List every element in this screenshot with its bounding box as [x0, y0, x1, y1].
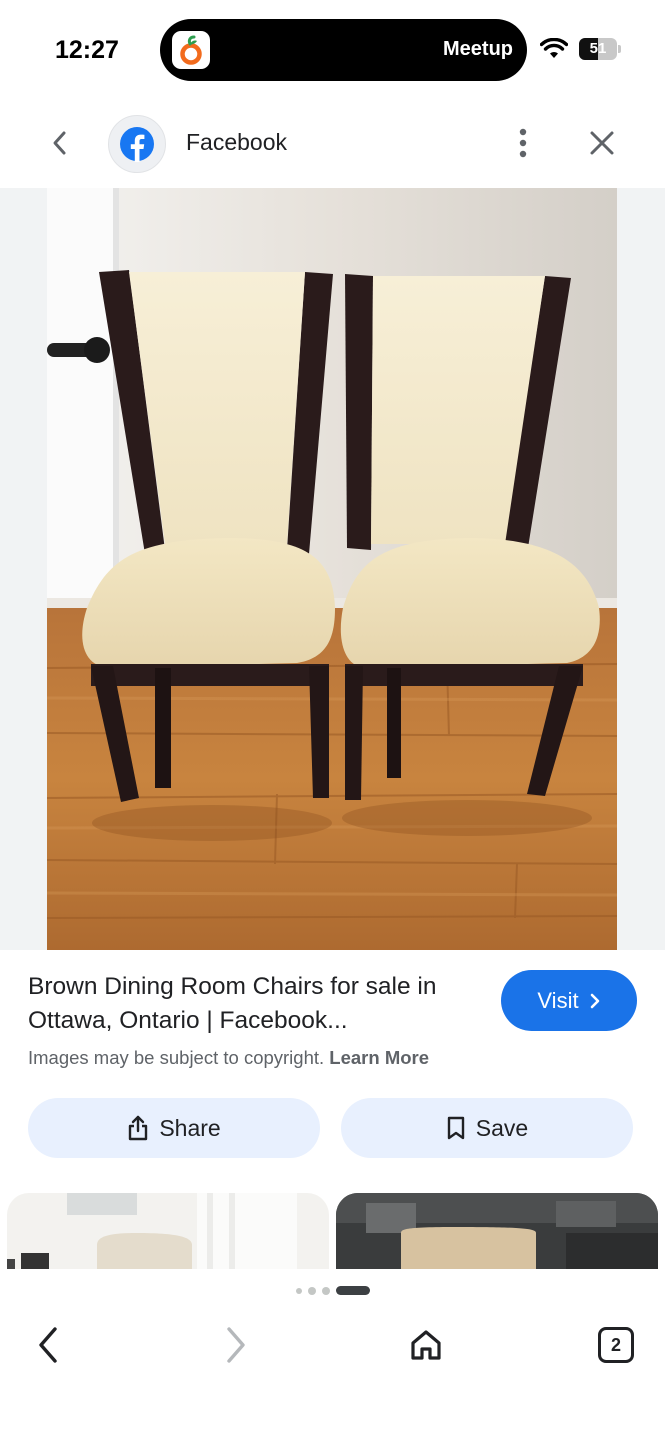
live-activity-label: Meetup [443, 38, 513, 60]
more-vert-icon [519, 128, 527, 158]
arrow-forward-icon [227, 1327, 245, 1363]
facebook-logo-icon [108, 115, 166, 173]
battery-icon: 51 [579, 38, 621, 60]
chevron-right-icon [590, 993, 599, 1008]
learn-more-link[interactable]: Learn More [329, 1047, 429, 1068]
related-image-2[interactable] [336, 1193, 658, 1269]
nav-home-button[interactable] [406, 1325, 446, 1365]
dynamic-island[interactable]: Meetup [160, 19, 527, 81]
nav-forward-button[interactable] [216, 1325, 256, 1365]
wifi-icon [540, 38, 568, 58]
page-indicator [0, 1286, 665, 1295]
viewer-header: Facebook [0, 105, 665, 183]
page-dot [307, 1286, 316, 1295]
page-dot-active [335, 1286, 370, 1295]
bookmark-icon [447, 1116, 464, 1140]
image-viewer[interactable] [0, 188, 665, 950]
share-icon [129, 1115, 148, 1141]
orange-app-icon [172, 31, 210, 69]
back-button[interactable] [40, 123, 80, 163]
source-title[interactable]: Facebook [186, 129, 287, 156]
chevron-left-icon [53, 131, 66, 155]
more-options-button[interactable] [503, 123, 543, 163]
share-label: Share [159, 1114, 221, 1141]
result-title[interactable]: Brown Dining Room Chairs for sale in Ott… [28, 970, 478, 1038]
visit-button-label: Visit [537, 987, 579, 1013]
status-bar: 12:27 Meetup 51 [0, 0, 665, 100]
page-dot [295, 1287, 302, 1294]
home-icon [411, 1330, 441, 1360]
battery-percent: 51 [589, 40, 607, 57]
copyright-notice: Images may be subject to copyright. Lear… [28, 1047, 429, 1069]
save-label: Save [475, 1114, 529, 1141]
related-image-1[interactable] [7, 1193, 329, 1269]
page-dot [321, 1286, 330, 1295]
tab-count: 2 [610, 1334, 621, 1355]
nav-back-button[interactable] [28, 1325, 68, 1365]
close-button[interactable] [582, 123, 622, 163]
tab-switcher-button[interactable]: 2 [598, 1327, 634, 1363]
visit-button[interactable]: Visit [501, 970, 637, 1031]
chairs-photo[interactable] [47, 188, 617, 950]
arrow-back-icon [39, 1327, 57, 1363]
close-icon [590, 131, 614, 155]
save-button[interactable]: Save [341, 1098, 633, 1158]
status-time: 12:27 [55, 36, 119, 64]
share-button[interactable]: Share [28, 1098, 320, 1158]
copyright-text: Images may be subject to copyright. [28, 1047, 325, 1068]
